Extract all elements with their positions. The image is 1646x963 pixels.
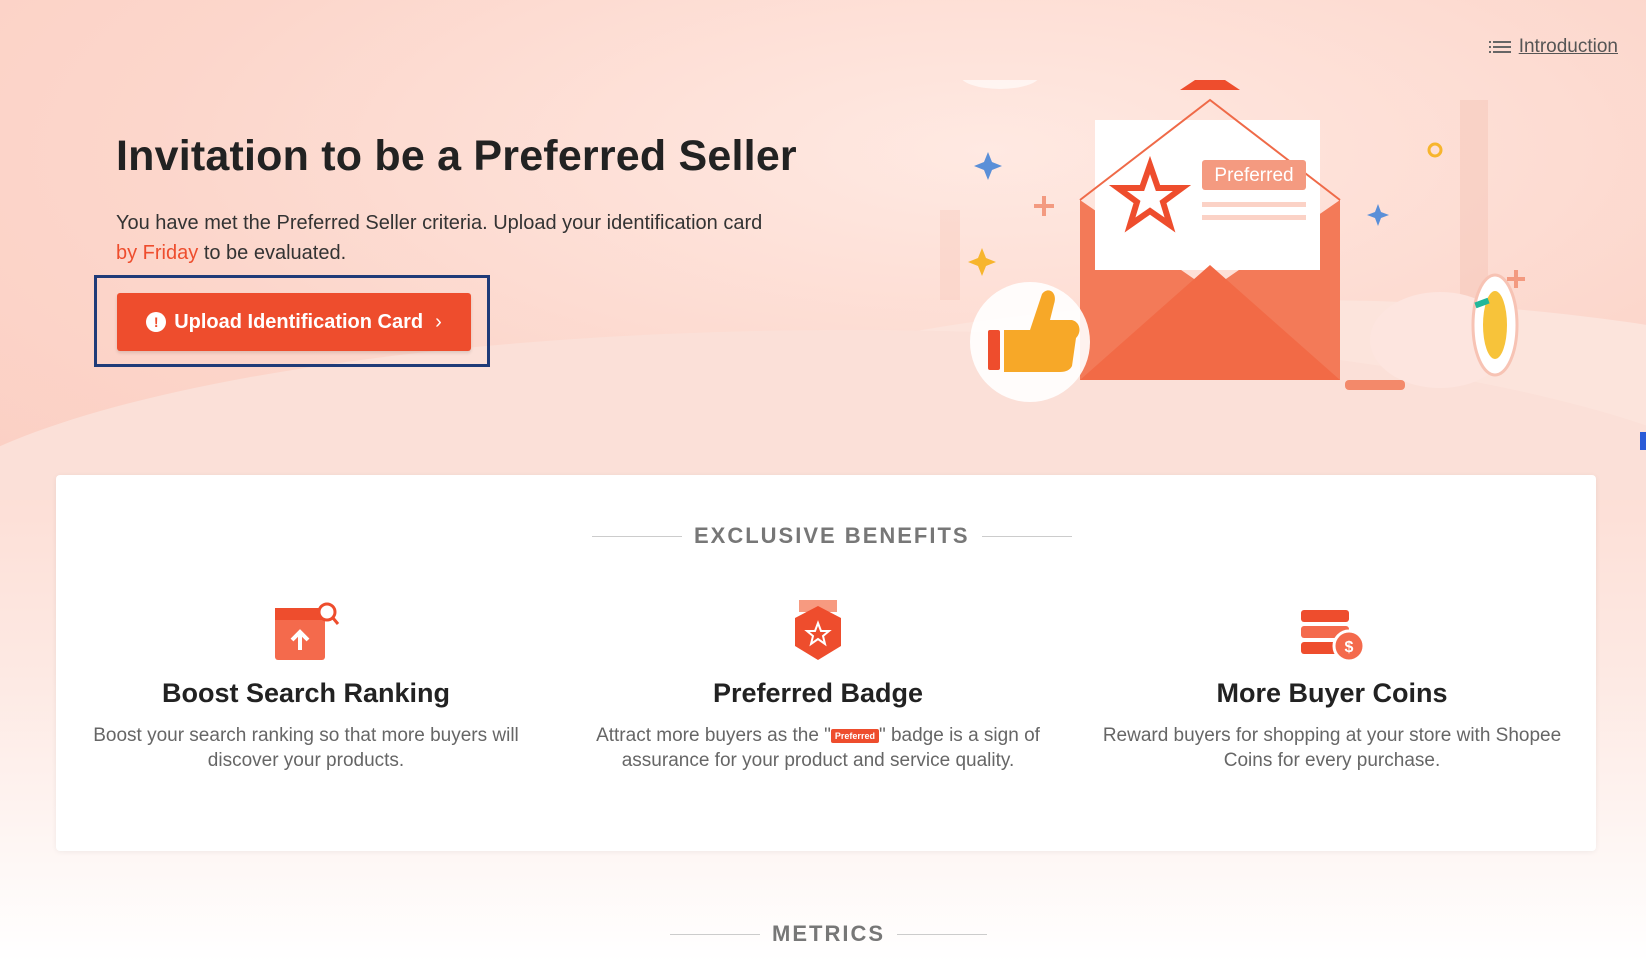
coins-icon: $ — [1301, 610, 1366, 663]
badge-icon — [795, 600, 841, 660]
subtitle-text: You have met the Preferred Seller criter… — [116, 212, 763, 234]
benefit-description: Reward buyers for shopping at your store… — [1102, 725, 1562, 771]
exclusive-benefits-card: EXCLUSIVE BENEFITS Boost Search Ranking … — [56, 475, 1596, 851]
benefit-more-buyer-coins: $ More Buyer Coins Reward buyers for sho… — [1102, 600, 1562, 773]
list-icon — [1488, 41, 1511, 53]
exclusive-benefits-title: EXCLUSIVE BENEFITS — [694, 523, 970, 548]
hero-subtitle: You have met the Preferred Seller criter… — [116, 208, 816, 268]
benefit-preferred-badge: Preferred Badge Attract more buyers as t… — [588, 600, 1048, 773]
divider — [981, 535, 1072, 537]
metrics-heading: METRICS — [670, 921, 987, 947]
subtitle-text-end: to be evaluated. — [203, 242, 347, 264]
preferred-mini-badge: Preferred — [830, 728, 879, 743]
benefit-title: Boost Search Ranking — [161, 678, 451, 708]
divider — [670, 933, 760, 935]
chevron-right-icon: › — [435, 310, 442, 333]
search-ranking-icon — [275, 602, 340, 660]
preferred-envelope-illustration: Preferred — [940, 80, 1525, 402]
introduction-label: Introduction — [1518, 36, 1618, 57]
divider — [897, 933, 987, 935]
scroll-edge-marker — [1640, 432, 1646, 450]
upload-identification-card-button[interactable]: ! Upload Identification Card › — [117, 293, 471, 351]
benefit-boost-search-ranking: Boost Search Ranking Boost your search r… — [76, 600, 536, 773]
page-title: Invitation to be a Preferred Seller — [116, 132, 797, 180]
benefit-description: Attract more buyers as the " Preferred " b… — [588, 723, 1048, 773]
preferred-label-text: Preferred — [1214, 165, 1293, 186]
metrics-title: METRICS — [772, 921, 885, 946]
svg-text:$: $ — [1345, 639, 1354, 656]
deadline-text: by Friday — [116, 242, 199, 264]
benefit-description: Boost your search ranking so that more b… — [93, 725, 519, 771]
benefit-description-part: Attract more buyers as the " — [596, 725, 831, 746]
exclusive-benefits-heading: EXCLUSIVE BENEFITS — [592, 523, 1072, 549]
alert-icon: ! — [146, 312, 167, 332]
divider — [592, 535, 682, 537]
upload-button-label: Upload Identification Card — [174, 310, 424, 333]
benefit-title: More Buyer Coins — [1216, 678, 1448, 708]
introduction-link[interactable]: Introduction — [1488, 36, 1618, 58]
benefit-title: Preferred Badge — [712, 678, 924, 708]
